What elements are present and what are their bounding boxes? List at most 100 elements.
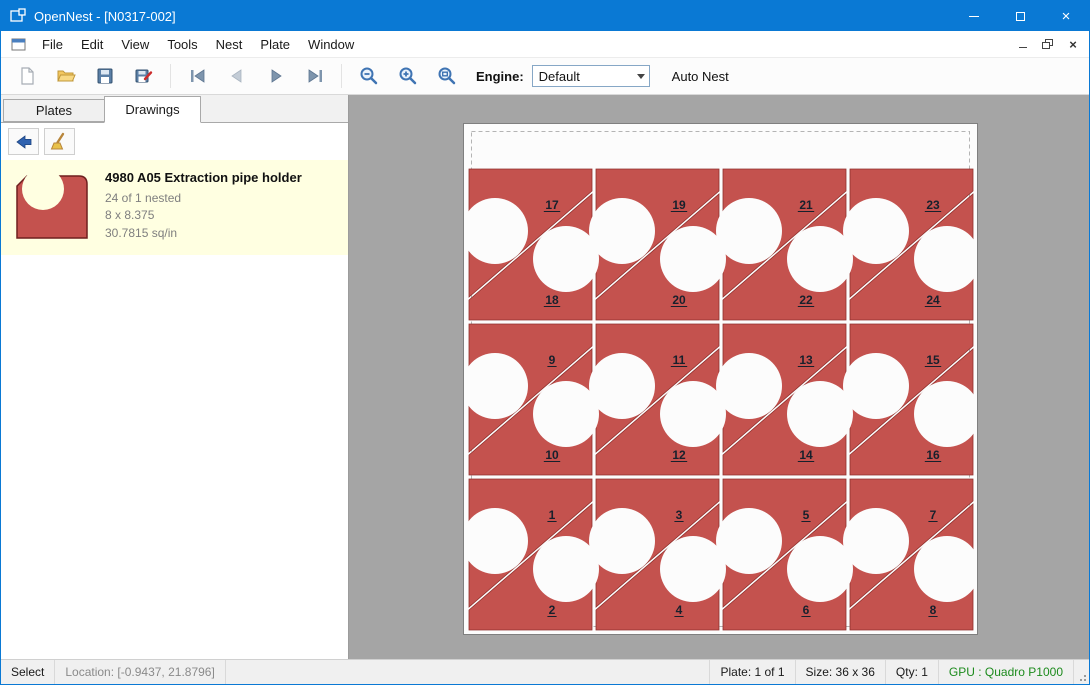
tab-plates[interactable]: Plates — [3, 99, 105, 122]
part-number-label[interactable]: 19 — [672, 198, 686, 212]
main-area: Plates Drawings — [1, 95, 1089, 659]
mdi-close-icon: × — [1069, 37, 1077, 52]
menu-tools[interactable]: Tools — [158, 31, 206, 57]
open-button[interactable] — [46, 60, 85, 92]
engine-label: Engine: — [476, 69, 524, 84]
part-number-label[interactable]: 3 — [676, 508, 683, 522]
part-number-label[interactable]: 15 — [926, 353, 940, 367]
engine-selected-value: Default — [533, 69, 633, 84]
new-button[interactable] — [7, 60, 46, 92]
drawing-nested-count: 24 of 1 nested — [105, 190, 302, 207]
part-number-label[interactable]: 11 — [673, 353, 686, 367]
part-number-label[interactable]: 1 — [549, 508, 556, 522]
mdi-minimize-button[interactable] — [1012, 34, 1034, 54]
part-notch-cutout — [533, 381, 599, 447]
minimize-button[interactable] — [951, 1, 997, 31]
menu-file[interactable]: File — [33, 31, 72, 57]
last-plate-button[interactable] — [295, 60, 334, 92]
tab-drawings[interactable]: Drawings — [104, 96, 201, 123]
zoom-fit-icon — [437, 66, 457, 86]
part-number-label[interactable]: 13 — [799, 353, 813, 367]
part-notch-cutout — [787, 381, 853, 447]
mdi-window-controls: × — [1012, 34, 1089, 54]
status-location: Location: [-0.9437, 21.8796] — [55, 660, 225, 684]
drawing-list-item[interactable]: 4980 A05 Extraction pipe holder 24 of 1 … — [1, 160, 348, 255]
maximize-button[interactable] — [997, 1, 1043, 31]
resize-grip[interactable] — [1073, 660, 1089, 684]
drawings-toolbar — [1, 123, 348, 160]
part-notch-cutout — [464, 508, 528, 574]
mdi-minimize-icon — [1019, 47, 1027, 48]
part-thumbnail — [11, 168, 93, 247]
part-number-label[interactable]: 17 — [545, 198, 559, 212]
part-notch-cutout — [464, 353, 528, 419]
part-notch-cutout — [660, 381, 726, 447]
part-notch-cutout — [533, 226, 599, 292]
mdi-restore-icon — [1042, 39, 1054, 50]
menu-view[interactable]: View — [112, 31, 158, 57]
part-number-label[interactable]: 21 — [799, 198, 813, 212]
menu-edit[interactable]: Edit — [72, 31, 112, 57]
part-notch-cutout — [787, 226, 853, 292]
part-number-label[interactable]: 5 — [803, 508, 810, 522]
close-icon: × — [1062, 8, 1071, 25]
part-notch-cutout — [533, 536, 599, 602]
part-number-label[interactable]: 12 — [672, 448, 686, 462]
drawing-dimensions: 8 x 8.375 — [105, 207, 302, 224]
zoom-fit-button[interactable] — [427, 60, 466, 92]
auto-nest-button[interactable]: Auto Nest — [672, 69, 729, 84]
minimize-icon — [969, 16, 979, 17]
toolbar-separator — [170, 64, 171, 88]
clear-drawings-button[interactable] — [44, 128, 75, 155]
part-notch-cutout — [660, 536, 726, 602]
next-plate-button[interactable] — [256, 60, 295, 92]
part-number-label[interactable]: 9 — [549, 353, 556, 367]
part-number-label[interactable]: 18 — [545, 293, 559, 307]
save-button[interactable] — [85, 60, 124, 92]
part-number-label[interactable]: 22 — [799, 293, 813, 307]
import-drawing-icon — [14, 132, 34, 152]
part-number-label[interactable]: 14 — [799, 448, 813, 462]
first-plate-button[interactable] — [178, 60, 217, 92]
part-number-label[interactable]: 20 — [672, 293, 686, 307]
nest-canvas[interactable]: 171819202122232491011121314151612345678 — [349, 95, 1089, 659]
part-number-label[interactable]: 2 — [549, 603, 556, 617]
menu-plate[interactable]: Plate — [251, 31, 299, 57]
save-as-button[interactable] — [124, 60, 163, 92]
part-notch-cutout — [716, 508, 782, 574]
nav-last-icon — [305, 66, 325, 86]
zoom-out-button[interactable] — [349, 60, 388, 92]
part-notch-cutout — [716, 198, 782, 264]
zoom-in-button[interactable] — [388, 60, 427, 92]
drawing-info: 4980 A05 Extraction pipe holder 24 of 1 … — [105, 168, 302, 242]
status-bar: Select Location: [-0.9437, 21.8796] Plat… — [1, 659, 1089, 684]
menu-bar: File Edit View Tools Nest Plate Window × — [1, 31, 1089, 58]
part-number-label[interactable]: 10 — [545, 448, 559, 462]
close-button[interactable]: × — [1043, 1, 1089, 31]
status-plate: Plate: 1 of 1 — [709, 660, 794, 684]
part-notch-cutout — [914, 381, 977, 447]
menu-window[interactable]: Window — [299, 31, 363, 57]
mdi-close-button[interactable]: × — [1062, 34, 1084, 54]
zoom-in-icon — [398, 66, 418, 86]
menu-nest[interactable]: Nest — [207, 31, 252, 57]
part-number-label[interactable]: 23 — [926, 198, 940, 212]
status-qty: Qty: 1 — [885, 660, 938, 684]
part-number-label[interactable]: 4 — [676, 603, 683, 617]
part-number-label[interactable]: 6 — [803, 603, 810, 617]
part-number-label[interactable]: 24 — [926, 293, 940, 307]
part-notch-cutout — [914, 226, 977, 292]
mdi-restore-button[interactable] — [1037, 34, 1059, 54]
part-number-label[interactable]: 8 — [930, 603, 937, 617]
tab-strip: Plates Drawings — [1, 95, 348, 122]
part-notch-cutout — [464, 198, 528, 264]
plate[interactable]: 171819202122232491011121314151612345678 — [463, 123, 978, 635]
prev-plate-button[interactable] — [217, 60, 256, 92]
maximize-icon — [1016, 12, 1025, 21]
import-drawing-button[interactable] — [8, 128, 39, 155]
new-file-icon — [17, 66, 37, 86]
part-number-label[interactable]: 7 — [930, 508, 937, 522]
part-number-label[interactable]: 16 — [926, 448, 940, 462]
part-notch-cutout — [589, 508, 655, 574]
engine-select[interactable]: Default — [532, 65, 650, 87]
